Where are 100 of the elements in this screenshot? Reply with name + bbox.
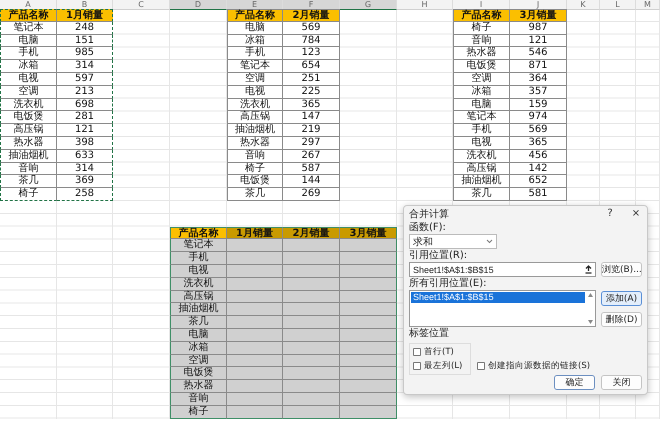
product-name-cell: 笔记本 bbox=[170, 239, 227, 252]
close-dialog-button[interactable]: 关闭 bbox=[601, 375, 642, 390]
table-cell: 364 bbox=[510, 72, 567, 86]
table-cell: 398 bbox=[57, 136, 113, 150]
checkbox-option[interactable]: 创建指向源数据的链接(S) bbox=[477, 360, 590, 372]
product-name-cell: 空调 bbox=[453, 72, 510, 86]
table-cell bbox=[283, 406, 340, 418]
table-cell: 974 bbox=[510, 111, 567, 124]
column-letter[interactable]: F bbox=[283, 0, 340, 10]
chevron-down-icon bbox=[486, 239, 493, 244]
product-name-cell: 抽油烟机 bbox=[453, 175, 510, 188]
column-letter[interactable]: E bbox=[227, 0, 283, 10]
column-header-cell: 1月销量 bbox=[57, 9, 113, 22]
table-cell bbox=[283, 392, 340, 406]
table-cell bbox=[340, 290, 397, 304]
product-name-cell: 冰箱 bbox=[0, 60, 57, 73]
reference-list-item[interactable]: Sheet1!$A$1:$B$15 bbox=[411, 292, 585, 303]
product-name-cell: 洗衣机 bbox=[0, 98, 57, 112]
product-name-cell: 电视 bbox=[453, 136, 510, 150]
table-cell: 267 bbox=[283, 150, 340, 163]
product-name-cell: 抽油烟机 bbox=[170, 303, 227, 316]
table-cell bbox=[283, 264, 340, 278]
table-cell bbox=[227, 252, 283, 265]
product-name-cell: 电脑 bbox=[0, 34, 57, 48]
table-cell: 281 bbox=[57, 111, 113, 124]
product-name-cell: 热水器 bbox=[0, 136, 57, 150]
product-name-cell: 高压锅 bbox=[170, 290, 227, 304]
product-name-cell: 椅子 bbox=[453, 22, 510, 35]
product-name-cell: 冰箱 bbox=[227, 34, 283, 48]
product-name-cell: 电脑 bbox=[170, 328, 227, 342]
product-name-cell: 笔记本 bbox=[0, 22, 57, 35]
product-name-cell: 电饭煲 bbox=[453, 60, 510, 73]
browse-button[interactable]: 浏览(B)... bbox=[601, 262, 642, 277]
table-cell bbox=[340, 252, 397, 265]
scroll-up-icon[interactable] bbox=[588, 293, 593, 297]
product-name-cell: 电饭煲 bbox=[170, 367, 227, 380]
close-button[interactable]: × bbox=[630, 208, 642, 219]
table-cell bbox=[340, 239, 397, 252]
table-cell bbox=[340, 406, 397, 418]
table-cell: 248 bbox=[57, 22, 113, 35]
table-cell: 251 bbox=[283, 72, 340, 86]
table-cell bbox=[283, 342, 340, 355]
column-header-cell: 产品名称 bbox=[453, 9, 510, 22]
table-cell bbox=[227, 342, 283, 355]
checkbox-option[interactable]: 首行(T) bbox=[413, 346, 467, 358]
table-cell bbox=[283, 303, 340, 316]
product-name-cell: 音响 bbox=[0, 162, 57, 176]
table-cell bbox=[283, 316, 340, 329]
table-cell bbox=[227, 316, 283, 329]
table-cell bbox=[227, 354, 283, 368]
checkbox-option[interactable]: 最左列(L) bbox=[413, 360, 467, 372]
product-name-cell: 笔记本 bbox=[227, 60, 283, 73]
table-cell bbox=[227, 303, 283, 316]
table-cell: 569 bbox=[283, 22, 340, 35]
label-position-title: 标签位置 bbox=[409, 328, 450, 340]
table-cell bbox=[340, 328, 397, 342]
product-name-cell: 洗衣机 bbox=[227, 98, 283, 112]
product-name-cell: 手机 bbox=[453, 124, 510, 137]
product-name-cell: 茶几 bbox=[170, 316, 227, 329]
column-header-cell: 2月销量 bbox=[283, 9, 340, 22]
table-cell bbox=[227, 380, 283, 393]
ok-button[interactable]: 确定 bbox=[554, 375, 595, 390]
product-name-cell: 高压锅 bbox=[0, 124, 57, 137]
product-name-cell: 抽油烟机 bbox=[0, 150, 57, 163]
table-cell: 581 bbox=[510, 188, 567, 201]
table-cell bbox=[283, 290, 340, 304]
product-name-cell: 音响 bbox=[170, 392, 227, 406]
table-cell bbox=[227, 278, 283, 291]
function-dropdown[interactable]: 求和 bbox=[409, 234, 497, 249]
table-cell: 258 bbox=[57, 188, 113, 201]
table-cell: 142 bbox=[510, 162, 567, 176]
table-cell: 121 bbox=[510, 34, 567, 48]
product-name-cell: 电视 bbox=[170, 264, 227, 278]
reference-field[interactable]: Sheet1!$A$1:$B$15 bbox=[409, 262, 596, 277]
table-cell bbox=[340, 380, 397, 393]
table-cell: 587 bbox=[283, 162, 340, 176]
table-cell bbox=[340, 303, 397, 316]
column-letter[interactable]: G bbox=[340, 0, 397, 10]
table-cell bbox=[340, 367, 397, 380]
table-cell: 569 bbox=[510, 124, 567, 137]
column-letter[interactable]: D bbox=[170, 0, 227, 10]
product-name-cell: 音响 bbox=[227, 150, 283, 163]
delete-button[interactable]: 删除(D) bbox=[601, 312, 642, 327]
table-cell bbox=[227, 367, 283, 380]
product-name-cell: 电脑 bbox=[227, 22, 283, 35]
scroll-down-icon[interactable] bbox=[588, 320, 593, 324]
product-name-cell: 热水器 bbox=[227, 136, 283, 150]
table-cell: 314 bbox=[57, 162, 113, 176]
product-name-cell: 空调 bbox=[0, 86, 57, 99]
help-button[interactable]: ? bbox=[604, 208, 616, 219]
column-header-cell: 3月销量 bbox=[340, 226, 397, 240]
column-header-cell: 产品名称 bbox=[227, 9, 283, 22]
column-header-cell: 2月销量 bbox=[283, 226, 340, 240]
table-cell bbox=[340, 264, 397, 278]
table-cell bbox=[283, 239, 340, 252]
function-label: 函数(F): bbox=[409, 222, 447, 234]
product-name-cell: 热水器 bbox=[453, 47, 510, 60]
add-button[interactable]: 添加(A) bbox=[601, 291, 642, 306]
table-cell: 456 bbox=[510, 150, 567, 163]
table-cell: 654 bbox=[283, 60, 340, 73]
